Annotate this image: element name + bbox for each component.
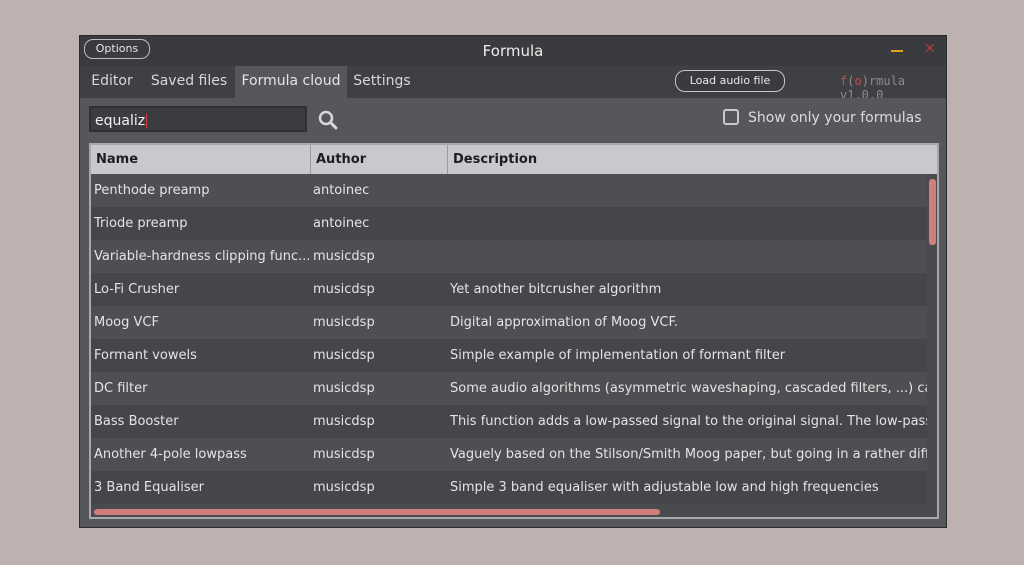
tab-bar: Editor Saved files Formula cloud Setting… — [80, 66, 946, 102]
column-header-author[interactable]: Author — [311, 145, 448, 174]
show-only-mine-label: Show only your formulas — [748, 110, 922, 126]
cell-name: Moog VCF — [94, 315, 159, 330]
horizontal-scrollbar-thumb[interactable] — [94, 509, 660, 515]
cell-author: musicdsp — [313, 315, 375, 330]
cell-name: Triode preamp — [94, 216, 188, 231]
close-icon[interactable]: ✕ — [924, 42, 936, 56]
cell-name: Another 4-pole lowpass — [94, 447, 247, 462]
cell-description: Yet another bitcrusher algorithm — [450, 282, 662, 297]
table-row[interactable]: Lo-Fi Crusher musicdsp Yet another bitcr… — [91, 273, 927, 306]
vertical-scrollbar-thumb[interactable] — [929, 179, 936, 245]
table-row[interactable]: Another 4-pole lowpass musicdsp Vaguely … — [91, 438, 927, 471]
cell-name: Variable-hardness clipping func... — [94, 249, 309, 264]
cell-author: musicdsp — [313, 381, 375, 396]
cell-author: musicdsp — [313, 282, 375, 297]
tab-editor[interactable]: Editor — [85, 66, 139, 98]
cell-description: Digital approximation of Moog VCF. — [450, 315, 679, 330]
cell-name: Lo-Fi Crusher — [94, 282, 180, 297]
cell-name: Penthode preamp — [94, 183, 210, 198]
tab-settings[interactable]: Settings — [350, 66, 414, 98]
tab-saved-files[interactable]: Saved files — [146, 66, 232, 98]
cell-name: Bass Booster — [94, 414, 179, 429]
table-row[interactable]: 3 Band Equaliser musicdsp Simple 3 band … — [91, 471, 927, 504]
tab-formula-cloud[interactable]: Formula cloud — [235, 66, 347, 98]
search-icon[interactable] — [318, 110, 338, 134]
cell-name: Formant vowels — [94, 348, 197, 363]
cell-author: antoinec — [313, 216, 370, 231]
cell-name: DC filter — [94, 381, 148, 396]
cell-author: musicdsp — [313, 348, 375, 363]
formula-table: Name Author Description Penthode preamp … — [89, 143, 939, 519]
table-row[interactable]: DC filter musicdsp Some audio algorithms… — [91, 372, 927, 405]
formula-cloud-panel: equaliz Show only your formulas Name Aut… — [80, 98, 946, 527]
cell-author: musicdsp — [313, 480, 375, 495]
cell-author: musicdsp — [313, 447, 375, 462]
column-header-description[interactable]: Description — [448, 145, 937, 174]
cell-description — [450, 174, 927, 207]
cell-description: Some audio algorithms (asymmetric wavesh… — [450, 381, 927, 396]
cell-description — [450, 207, 927, 240]
cell-description: Vaguely based on the Stilson/Smith Moog … — [450, 447, 927, 462]
window-title: Formula — [482, 42, 544, 60]
table-row[interactable]: Moog VCF musicdsp Digital approximation … — [91, 306, 927, 339]
table-header: Name Author Description — [91, 145, 937, 174]
table-row[interactable]: Bass Booster musicdsp This function adds… — [91, 405, 927, 438]
cell-name: 3 Band Equaliser — [94, 480, 204, 495]
load-audio-file-button[interactable]: Load audio file — [675, 70, 785, 92]
cell-description — [450, 240, 927, 273]
table-row[interactable]: Triode preamp antoinec — [91, 207, 927, 240]
cell-author: antoinec — [313, 183, 370, 198]
title-bar: Options Formula ✕ — [80, 36, 946, 66]
table-body: Penthode preamp antoinec Triode preamp a… — [91, 174, 927, 505]
cell-description: Simple 3 band equaliser with adjustable … — [450, 480, 879, 495]
minimize-icon[interactable] — [891, 50, 903, 52]
show-only-mine-checkbox[interactable] — [723, 109, 739, 125]
table-row[interactable]: Formant vowels musicdsp Simple example o… — [91, 339, 927, 372]
column-header-name[interactable]: Name — [91, 145, 311, 174]
cell-description: This function adds a low-passed signal t… — [450, 414, 927, 429]
cell-author: musicdsp — [313, 414, 375, 429]
table-row[interactable]: Variable-hardness clipping func... music… — [91, 240, 927, 273]
table-row[interactable]: Penthode preamp antoinec — [91, 174, 927, 207]
search-input[interactable]: equaliz — [89, 106, 307, 132]
app-window: Options Formula ✕ Editor Saved files For… — [79, 35, 947, 528]
text-caret — [146, 114, 148, 128]
cell-author: musicdsp — [313, 249, 375, 264]
cell-description: Simple example of implementation of form… — [450, 348, 786, 363]
